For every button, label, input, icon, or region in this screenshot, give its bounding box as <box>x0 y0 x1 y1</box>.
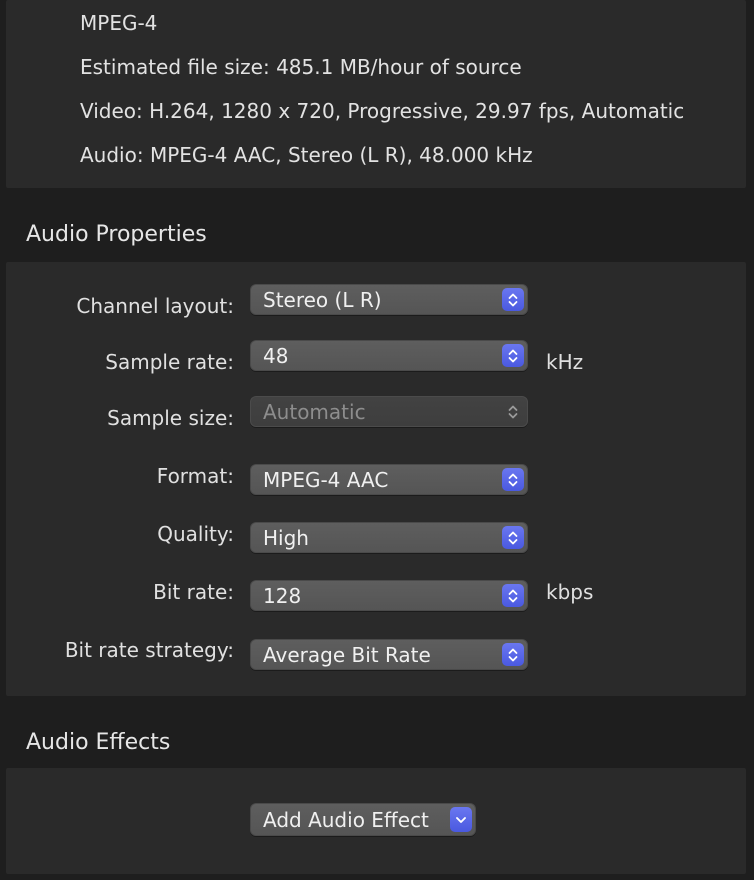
format-popup[interactable]: MPEG-4 AAC <box>250 464 528 495</box>
quality-value: High <box>263 526 309 550</box>
audio-effects-header: Audio Effects <box>26 730 171 755</box>
summary-format: MPEG-4 <box>80 11 158 35</box>
format-value: MPEG-4 AAC <box>263 468 389 492</box>
audio-properties-header: Audio Properties <box>26 222 207 247</box>
bit-rate-value: 128 <box>263 584 302 608</box>
up-down-chevron-icon <box>502 344 524 367</box>
sample-size-value: Automatic <box>263 400 366 424</box>
bit-rate-unit: kbps <box>546 580 594 604</box>
sample-rate-label: Sample rate: <box>105 350 234 374</box>
summary-file-size: Estimated file size: 485.1 MB/hour of so… <box>80 55 522 79</box>
sample-size-popup: Automatic <box>250 396 528 427</box>
up-down-chevron-icon <box>502 400 524 423</box>
bit-rate-strategy-label: Bit rate strategy: <box>64 638 234 662</box>
up-down-chevron-icon <box>502 468 524 491</box>
up-down-chevron-icon <box>502 584 524 607</box>
quality-label: Quality: <box>157 522 234 546</box>
sample-rate-popup[interactable]: 48 <box>250 340 528 371</box>
channel-layout-popup[interactable]: Stereo (L R) <box>250 284 528 315</box>
sample-rate-value: 48 <box>263 344 289 368</box>
quality-popup[interactable]: High <box>250 522 528 553</box>
add-audio-effect-label: Add Audio Effect <box>263 808 429 832</box>
channel-layout-value: Stereo (L R) <box>263 288 382 312</box>
bit-rate-strategy-popup[interactable]: Average Bit Rate <box>250 639 528 670</box>
up-down-chevron-icon <box>502 643 524 666</box>
sample-rate-unit: kHz <box>546 350 584 374</box>
add-audio-effect-button[interactable]: Add Audio Effect <box>250 803 476 836</box>
channel-layout-label: Channel layout: <box>76 294 234 318</box>
bit-rate-strategy-value: Average Bit Rate <box>263 643 431 667</box>
up-down-chevron-icon <box>502 526 524 549</box>
bit-rate-popup[interactable]: 128 <box>250 580 528 611</box>
format-label: Format: <box>156 464 234 488</box>
sample-size-label: Sample size: <box>107 406 234 430</box>
summary-audio: Audio: MPEG-4 AAC, Stereo (L R), 48.000 … <box>80 143 533 167</box>
chevron-down-icon <box>450 807 472 832</box>
bit-rate-label: Bit rate: <box>153 580 234 604</box>
up-down-chevron-icon <box>502 288 524 311</box>
summary-video: Video: H.264, 1280 x 720, Progressive, 2… <box>80 99 685 123</box>
